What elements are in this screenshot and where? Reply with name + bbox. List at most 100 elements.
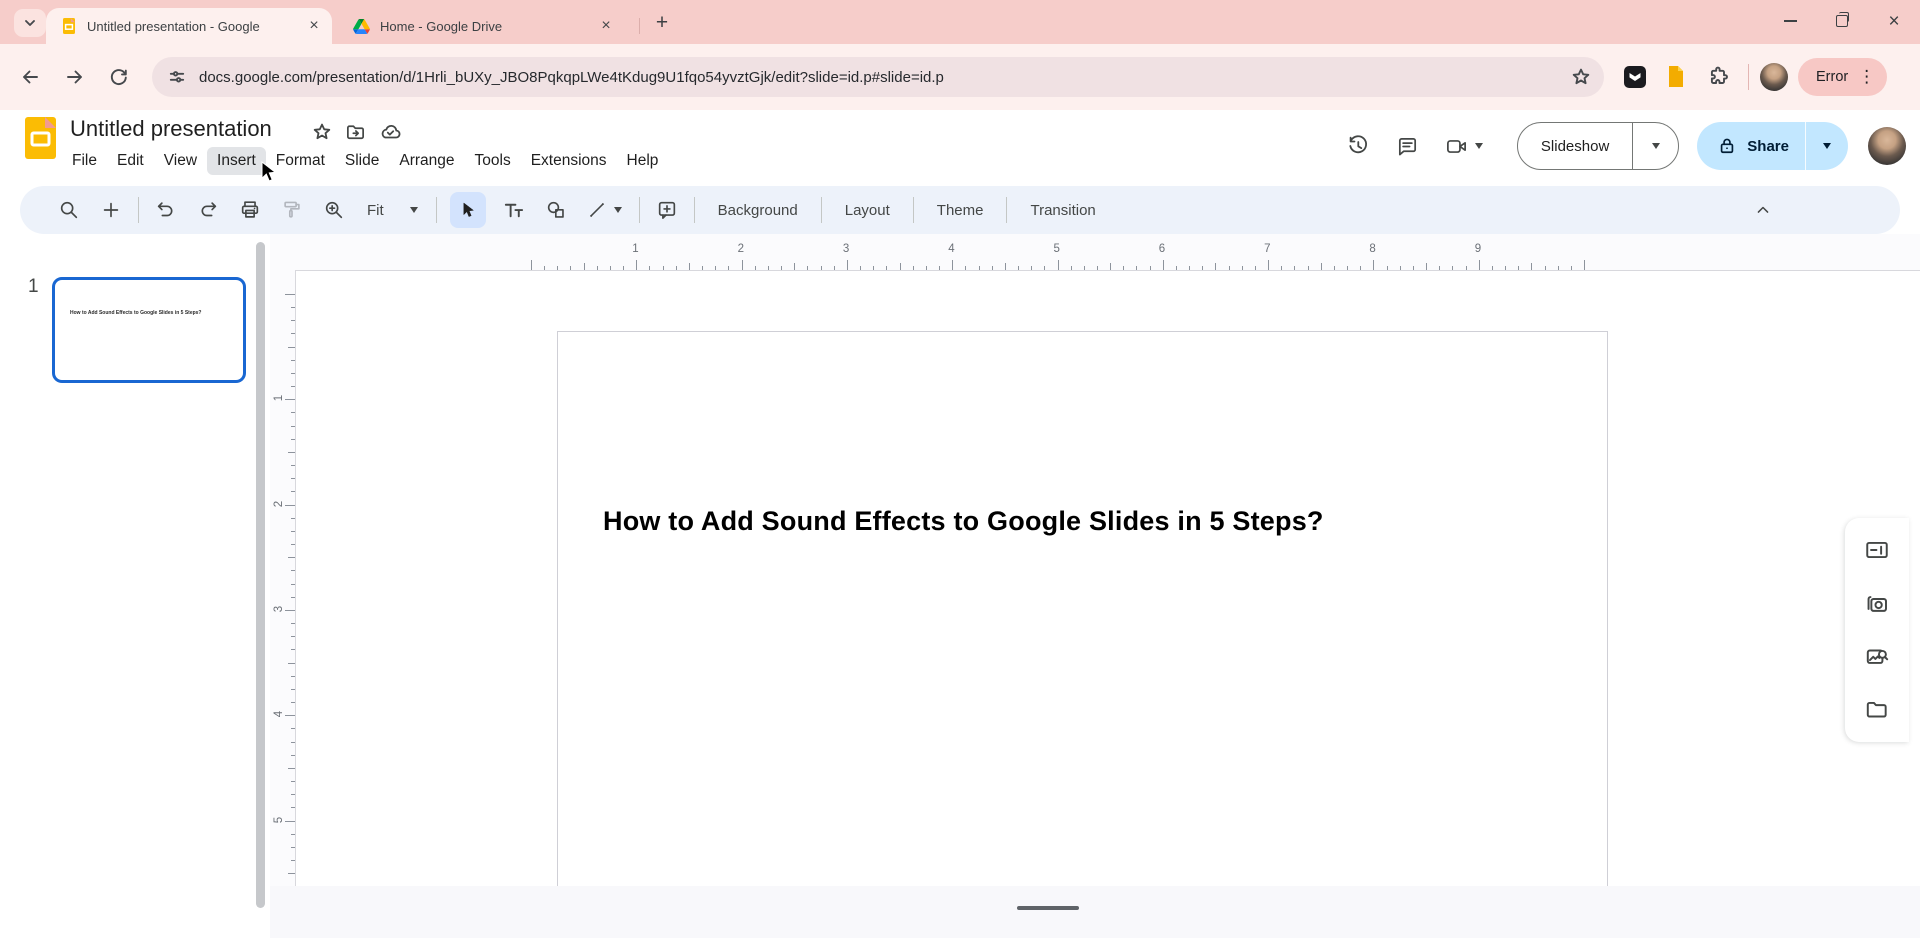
move-folder-icon[interactable] bbox=[345, 122, 366, 143]
share-button[interactable]: Share bbox=[1697, 122, 1848, 170]
slide-thumbnail-1[interactable]: How to Add Sound Effects to Google Slide… bbox=[52, 277, 246, 383]
zoom-fit-label: Fit bbox=[367, 202, 384, 219]
mouse-cursor bbox=[261, 161, 278, 183]
hide-menus-button[interactable] bbox=[1742, 190, 1784, 230]
canvas-work-area[interactable]: How to Add Sound Effects to Google Slide… bbox=[296, 271, 1920, 886]
menu-extensions[interactable]: Extensions bbox=[521, 147, 617, 175]
slide-title-text[interactable]: How to Add Sound Effects to Google Slide… bbox=[603, 506, 1324, 537]
google-slides-favicon bbox=[61, 18, 77, 34]
shape-tool-button[interactable] bbox=[535, 190, 577, 230]
ruler-label-h: 1 bbox=[632, 243, 638, 255]
caret-down-icon bbox=[1475, 143, 1483, 149]
tab-title: Home - Google Drive bbox=[380, 19, 588, 34]
photos-panel-button[interactable] bbox=[1857, 583, 1897, 623]
drive-folder-panel-button[interactable] bbox=[1857, 690, 1897, 730]
address-bar[interactable]: docs.google.com/presentation/d/1Hrli_bUX… bbox=[152, 57, 1604, 97]
undo-button[interactable] bbox=[145, 190, 187, 230]
toolbar-divider bbox=[436, 197, 437, 223]
shape-icon bbox=[545, 199, 567, 221]
notes-drag-handle[interactable] bbox=[1017, 906, 1079, 910]
redo-icon bbox=[197, 199, 219, 221]
line-tool-button[interactable] bbox=[577, 190, 633, 230]
comment-add-icon bbox=[656, 199, 678, 221]
new-slide-button[interactable] bbox=[90, 190, 132, 230]
forward-button[interactable] bbox=[57, 59, 93, 95]
caret-down-icon bbox=[614, 207, 622, 213]
browser-error-button[interactable]: Error ⋮ bbox=[1798, 58, 1887, 96]
editing-canvas: 123456789 12345 How to Add Sound Effects… bbox=[270, 234, 1920, 938]
toolbar-divider bbox=[1006, 197, 1007, 223]
comments-button[interactable] bbox=[1383, 124, 1433, 168]
bookmark-star-icon[interactable] bbox=[1571, 67, 1591, 87]
close-icon: × bbox=[1888, 12, 1899, 31]
meet-camera-button[interactable] bbox=[1433, 124, 1495, 168]
browser-tab-strip: Untitled presentation - Google × Home - … bbox=[0, 0, 1920, 44]
extensions-puzzle-button[interactable] bbox=[1708, 66, 1729, 87]
browser-menu-kebab-icon[interactable]: ⋮ bbox=[1858, 67, 1875, 87]
reload-button[interactable] bbox=[100, 59, 136, 95]
zoom-fit-select[interactable]: Fit bbox=[355, 202, 430, 219]
tab-close-icon[interactable]: × bbox=[596, 16, 616, 36]
search-menus-button[interactable] bbox=[48, 190, 90, 230]
account-avatar[interactable] bbox=[1868, 127, 1906, 165]
window-minimize-button[interactable] bbox=[1764, 0, 1816, 42]
toolbar-divider bbox=[639, 197, 640, 223]
tab-close-icon[interactable]: × bbox=[304, 16, 324, 36]
paint-roller-icon bbox=[281, 199, 303, 221]
slides-toolbar: Fit Background Layout Theme Transition bbox=[20, 186, 1900, 234]
window-close-button[interactable]: × bbox=[1868, 0, 1920, 42]
back-icon bbox=[20, 67, 40, 87]
menu-slide[interactable]: Slide bbox=[335, 147, 389, 175]
tab-search-button[interactable] bbox=[14, 9, 46, 37]
templates-panel-button[interactable] bbox=[1857, 530, 1897, 570]
url-text[interactable]: docs.google.com/presentation/d/1Hrli_bUX… bbox=[199, 69, 944, 86]
paint-format-button[interactable] bbox=[271, 190, 313, 230]
layout-button[interactable]: Layout bbox=[828, 202, 907, 219]
share-dropdown[interactable] bbox=[1805, 122, 1848, 170]
tab-google-drive[interactable]: Home - Google Drive × bbox=[338, 8, 624, 44]
zoom-button[interactable] bbox=[313, 190, 355, 230]
ruler-label-h: 2 bbox=[738, 243, 744, 255]
menu-view[interactable]: View bbox=[154, 147, 207, 175]
select-tool-button-active[interactable] bbox=[450, 192, 486, 228]
horizontal-ruler: 123456789 bbox=[270, 243, 1920, 271]
slideshow-button[interactable]: Slideshow bbox=[1517, 122, 1679, 170]
menu-insert[interactable]: Insert bbox=[207, 147, 266, 175]
google-slides-logo[interactable] bbox=[25, 117, 56, 159]
insert-comment-button[interactable] bbox=[646, 190, 688, 230]
browser-profile-avatar[interactable] bbox=[1760, 63, 1788, 91]
menu-file[interactable]: File bbox=[62, 147, 107, 175]
cloud-saved-icon[interactable] bbox=[379, 121, 401, 143]
version-history-button[interactable] bbox=[1333, 124, 1383, 168]
slide-page[interactable]: How to Add Sound Effects to Google Slide… bbox=[557, 331, 1608, 922]
minimize-icon bbox=[1784, 20, 1797, 22]
slideshow-label[interactable]: Slideshow bbox=[1518, 123, 1632, 169]
yellow-doc-icon bbox=[1666, 65, 1686, 88]
transition-button[interactable]: Transition bbox=[1013, 202, 1112, 219]
new-tab-button[interactable]: + bbox=[648, 9, 676, 37]
redo-button[interactable] bbox=[187, 190, 229, 230]
tab-untitled-presentation[interactable]: Untitled presentation - Google × bbox=[46, 8, 332, 44]
ruler-label-h: 6 bbox=[1159, 243, 1165, 255]
extension-dark-button[interactable] bbox=[1624, 66, 1646, 88]
print-button[interactable] bbox=[229, 190, 271, 230]
star-icon[interactable] bbox=[312, 122, 332, 142]
slideshow-dropdown[interactable] bbox=[1632, 123, 1678, 169]
extension-doc-button[interactable] bbox=[1666, 65, 1686, 88]
menu-arrange[interactable]: Arrange bbox=[389, 147, 464, 175]
lock-icon bbox=[1717, 136, 1737, 156]
text-box-tool-button[interactable] bbox=[493, 190, 535, 230]
background-button[interactable]: Background bbox=[701, 202, 815, 219]
filmstrip-scrollbar[interactable] bbox=[256, 242, 265, 908]
image-search-panel-button[interactable] bbox=[1857, 637, 1897, 677]
document-title[interactable]: Untitled presentation bbox=[70, 116, 272, 142]
back-button[interactable] bbox=[12, 59, 48, 95]
menu-tools[interactable]: Tools bbox=[465, 147, 521, 175]
menu-help[interactable]: Help bbox=[617, 147, 669, 175]
menu-edit[interactable]: Edit bbox=[107, 147, 154, 175]
toolbar-divider bbox=[821, 197, 822, 223]
window-restore-button[interactable] bbox=[1816, 0, 1868, 42]
chevron-up-icon bbox=[1753, 200, 1773, 220]
theme-button[interactable]: Theme bbox=[920, 202, 1001, 219]
comment-icon bbox=[1396, 135, 1419, 158]
